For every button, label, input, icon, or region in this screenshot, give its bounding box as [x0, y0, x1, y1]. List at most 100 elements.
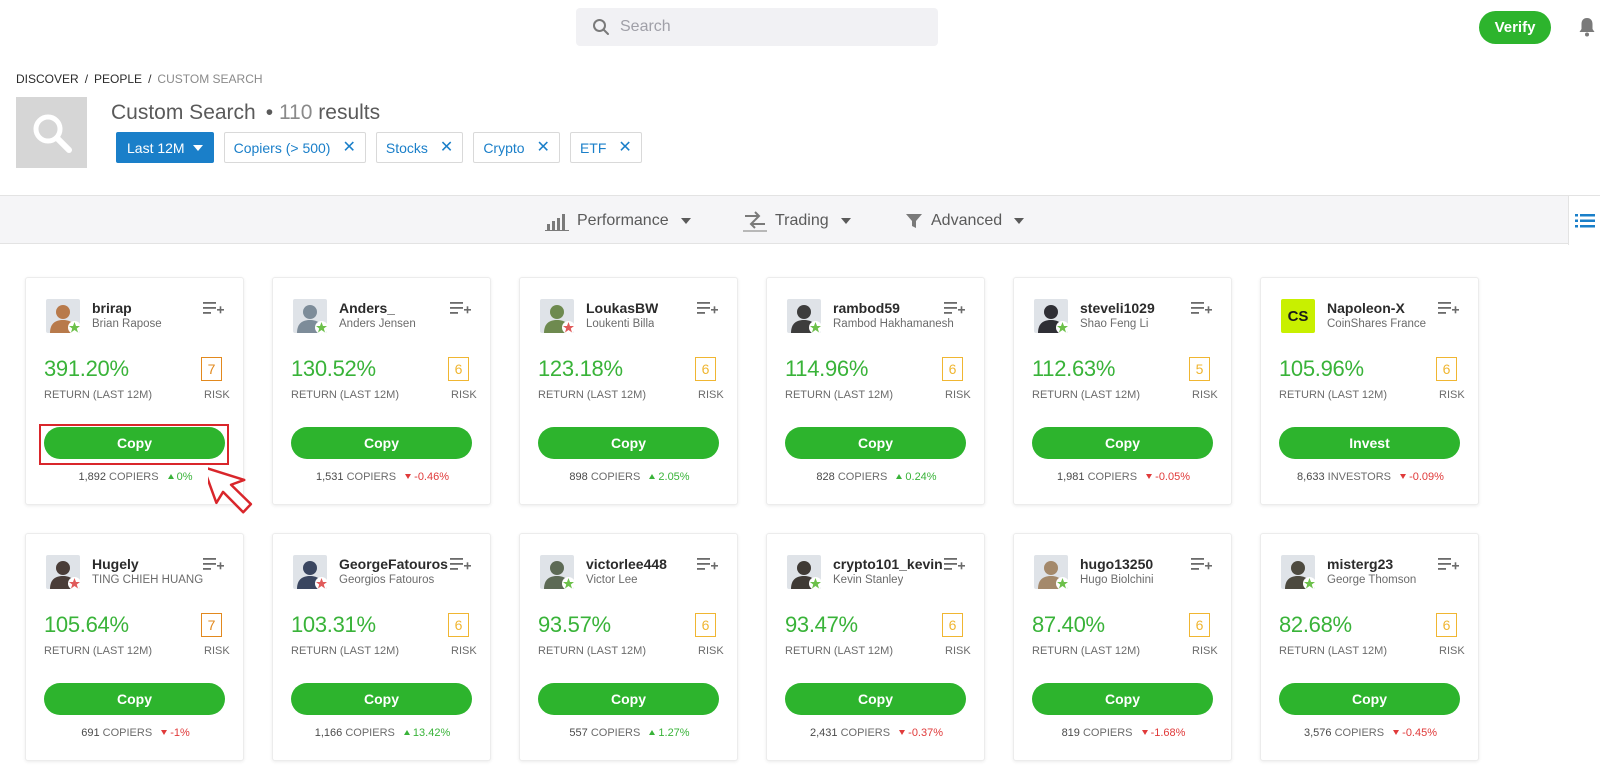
avatar[interactable]: CS [1281, 299, 1315, 333]
star-badge-icon [1303, 577, 1315, 589]
copiers-change: -0.45% [1402, 727, 1438, 739]
filter-chip-crypto[interactable]: Crypto ✕ [473, 132, 560, 163]
advanced-dropdown[interactable]: Advanced [905, 196, 1025, 245]
trading-dropdown[interactable]: Trading [743, 196, 851, 245]
username[interactable]: LoukasBW [586, 300, 658, 316]
swap-arrows-icon [743, 210, 767, 231]
star-badge-icon [315, 321, 327, 333]
breadcrumb-discover[interactable]: DISCOVER [16, 72, 79, 86]
avatar[interactable] [1034, 555, 1068, 589]
avatar[interactable] [293, 299, 327, 333]
search-bar[interactable] [576, 8, 938, 46]
avatar[interactable] [1281, 555, 1315, 589]
copiers-change: -0.05% [1155, 471, 1191, 483]
copiers-stats: 2,431 COPIERS -0.37% [767, 727, 986, 739]
avatar[interactable] [540, 299, 574, 333]
close-icon[interactable]: ✕ [342, 139, 355, 156]
avatar[interactable] [787, 299, 821, 333]
copy-button[interactable]: Copy [291, 683, 472, 715]
copiers-label: COPIERS [1334, 727, 1385, 739]
verify-button[interactable]: Verify [1479, 11, 1551, 44]
close-icon[interactable]: ✕ [618, 139, 631, 156]
filter-chip-stocks[interactable]: Stocks ✕ [375, 132, 464, 163]
close-icon[interactable]: ✕ [440, 139, 453, 156]
add-to-watchlist-icon[interactable] [1191, 300, 1213, 318]
add-to-watchlist-icon[interactable] [697, 556, 719, 574]
copiers-count: 828 [816, 471, 835, 483]
add-to-watchlist-icon[interactable] [450, 556, 472, 574]
period-dropdown[interactable]: Last 12M [116, 132, 214, 163]
username[interactable]: GeorgeFatouros [339, 556, 448, 572]
copy-button[interactable]: Copy [291, 427, 472, 459]
search-input[interactable] [620, 8, 920, 46]
investor-card[interactable]: crypto101_kevin Kevin Stanley 93.47% RET… [766, 533, 985, 761]
investor-card[interactable]: LoukasBW Loukenti Billa 123.18% RETURN (… [519, 277, 738, 505]
avatar[interactable] [293, 555, 327, 589]
return-label: RETURN (LAST 12M) [1032, 389, 1140, 401]
username[interactable]: crypto101_kevin [833, 556, 943, 572]
breadcrumb-people[interactable]: PEOPLE [94, 72, 142, 86]
risk-label: RISK [204, 645, 230, 657]
investor-card[interactable]: Anders_ Anders Jensen 130.52% RETURN (LA… [272, 277, 491, 505]
investor-card[interactable]: misterg23 George Thomson 82.68% RETURN (… [1260, 533, 1479, 761]
copy-button[interactable]: Copy [785, 683, 966, 715]
invest-button[interactable]: Invest [1279, 427, 1460, 459]
copy-button[interactable]: Copy [538, 683, 719, 715]
list-view-toggle[interactable] [1568, 196, 1600, 245]
copy-button[interactable]: Copy [1279, 683, 1460, 715]
add-to-watchlist-icon[interactable] [697, 300, 719, 318]
username[interactable]: victorlee448 [586, 556, 667, 572]
investor-card[interactable]: steveli1029 Shao Feng Li 112.63% RETURN … [1013, 277, 1232, 505]
copy-button[interactable]: Copy [538, 427, 719, 459]
investor-card[interactable]: hugo13250 Hugo Biolchini 87.40% RETURN (… [1013, 533, 1232, 761]
copiers-label: COPIERS [345, 727, 395, 739]
copy-button[interactable]: Copy [785, 427, 966, 459]
username[interactable]: Anders_ [339, 300, 395, 316]
avatar[interactable] [46, 299, 80, 333]
add-to-watchlist-icon[interactable] [203, 556, 225, 574]
username[interactable]: steveli1029 [1080, 300, 1155, 316]
performance-dropdown[interactable]: Performance [545, 196, 691, 245]
investor-card[interactable]: victorlee448 Victor Lee 93.57% RETURN (L… [519, 533, 738, 761]
avatar[interactable] [787, 555, 821, 589]
add-to-watchlist-icon[interactable] [1438, 300, 1460, 318]
bell-icon[interactable] [1578, 17, 1596, 37]
username[interactable]: brirap [92, 300, 132, 316]
trend-down-icon [1400, 474, 1407, 480]
username[interactable]: Hugely [92, 556, 139, 572]
add-to-watchlist-icon[interactable] [944, 300, 966, 318]
copiers-label: COPIERS [1087, 471, 1138, 483]
investor-card[interactable]: CS Napoleon-X CoinShares France 105.96% … [1260, 277, 1479, 505]
copiers-count: 898 [569, 471, 588, 483]
filter-chip-etf[interactable]: ETF ✕ [569, 132, 642, 163]
filter-chip-copiers[interactable]: Copiers (> 500) ✕ [223, 132, 366, 163]
trend-down-icon [1146, 474, 1153, 480]
copiers-label: COPIERS [590, 727, 641, 739]
investor-card[interactable]: rambod59 Rambod Hakhamanesh 114.96% RETU… [766, 277, 985, 505]
username[interactable]: rambod59 [833, 300, 900, 316]
risk-label: RISK [1192, 645, 1218, 657]
return-label: RETURN (LAST 12M) [1279, 645, 1387, 657]
star-badge-icon [809, 321, 821, 333]
add-to-watchlist-icon[interactable] [1438, 556, 1460, 574]
investor-card[interactable]: Hugely TING CHIEH HUANG 105.64% RETURN (… [25, 533, 244, 761]
close-icon[interactable]: ✕ [537, 139, 550, 156]
username[interactable]: hugo13250 [1080, 556, 1153, 572]
add-to-watchlist-icon[interactable] [1191, 556, 1213, 574]
avatar[interactable] [46, 555, 80, 589]
copiers-change: -1.68% [1150, 727, 1186, 739]
avatar[interactable] [1034, 299, 1068, 333]
copy-button[interactable]: Copy [44, 683, 225, 715]
add-to-watchlist-icon[interactable] [450, 300, 472, 318]
investor-card[interactable]: GeorgeFatouros Georgios Fatouros 103.31%… [272, 533, 491, 761]
add-to-watchlist-icon[interactable] [944, 556, 966, 574]
return-label: RETURN (LAST 12M) [1032, 645, 1140, 657]
username[interactable]: misterg23 [1327, 556, 1393, 572]
full-name: Brian Rapose [92, 318, 162, 330]
avatar[interactable] [540, 555, 574, 589]
username[interactable]: Napoleon-X [1327, 300, 1405, 316]
add-to-watchlist-icon[interactable] [203, 300, 225, 318]
copy-button[interactable]: Copy [1032, 427, 1213, 459]
copy-button[interactable]: Copy [1032, 683, 1213, 715]
risk-score: 6 [1436, 613, 1457, 637]
